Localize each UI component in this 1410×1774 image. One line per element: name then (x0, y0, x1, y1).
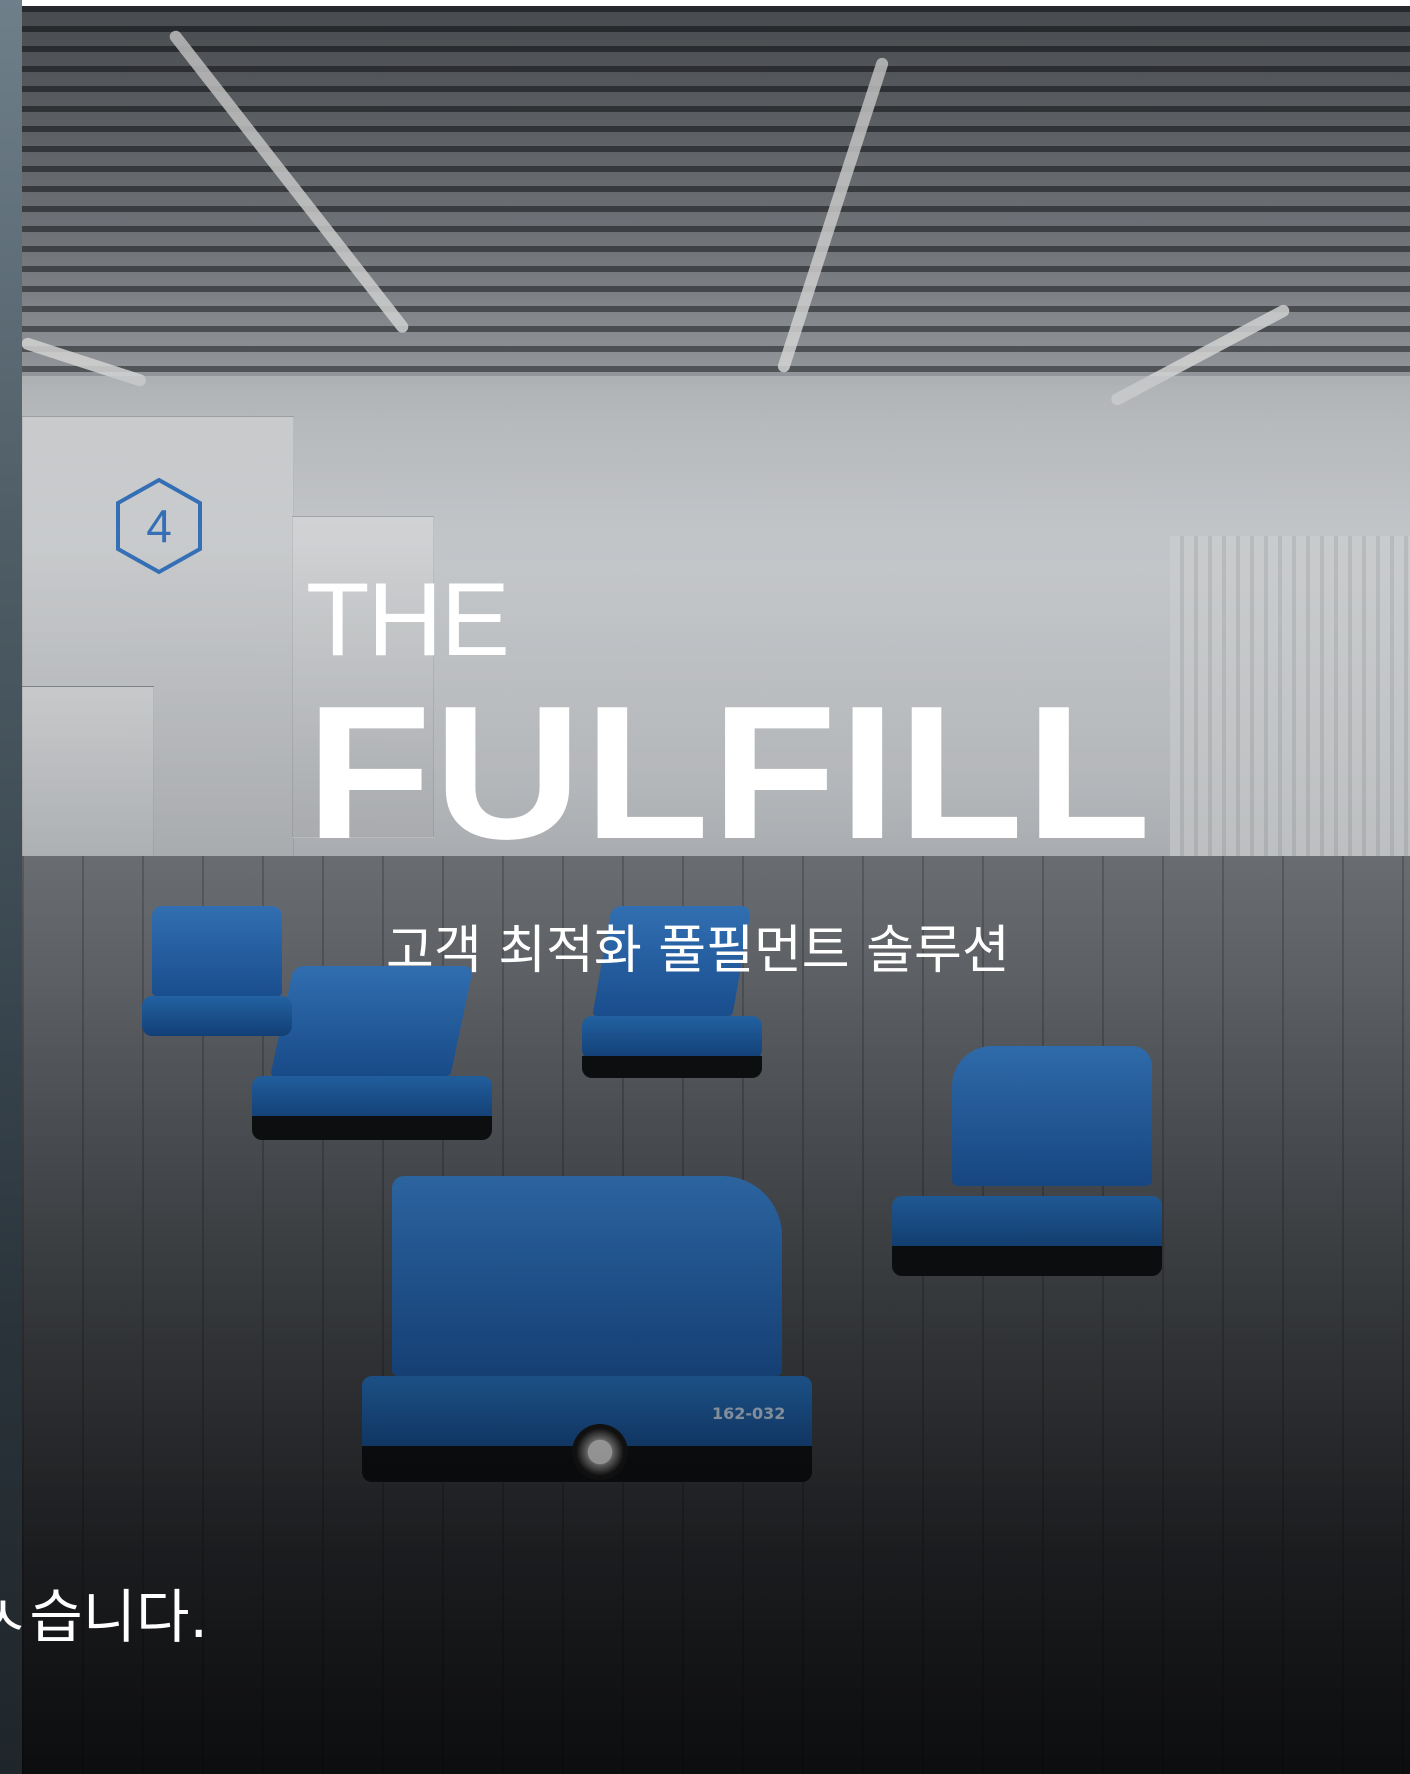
hero-subtitle: 고객 최적화 풀필먼트 솔루션 (386, 921, 1010, 981)
page-viewport: 4 162-032 (0, 0, 1410, 1774)
previous-slide[interactable] (0, 0, 22, 1774)
hero-title: FULFILL (306, 667, 1154, 879)
hero-heading: THE FULFILL (306, 562, 1151, 868)
previous-slide-caption: ㅅ습니다. (0, 1583, 208, 1651)
image-dark-overlay (22, 6, 1410, 1774)
current-slide: 4 162-032 (22, 6, 1410, 1774)
hero-prefix: THE (306, 562, 510, 678)
